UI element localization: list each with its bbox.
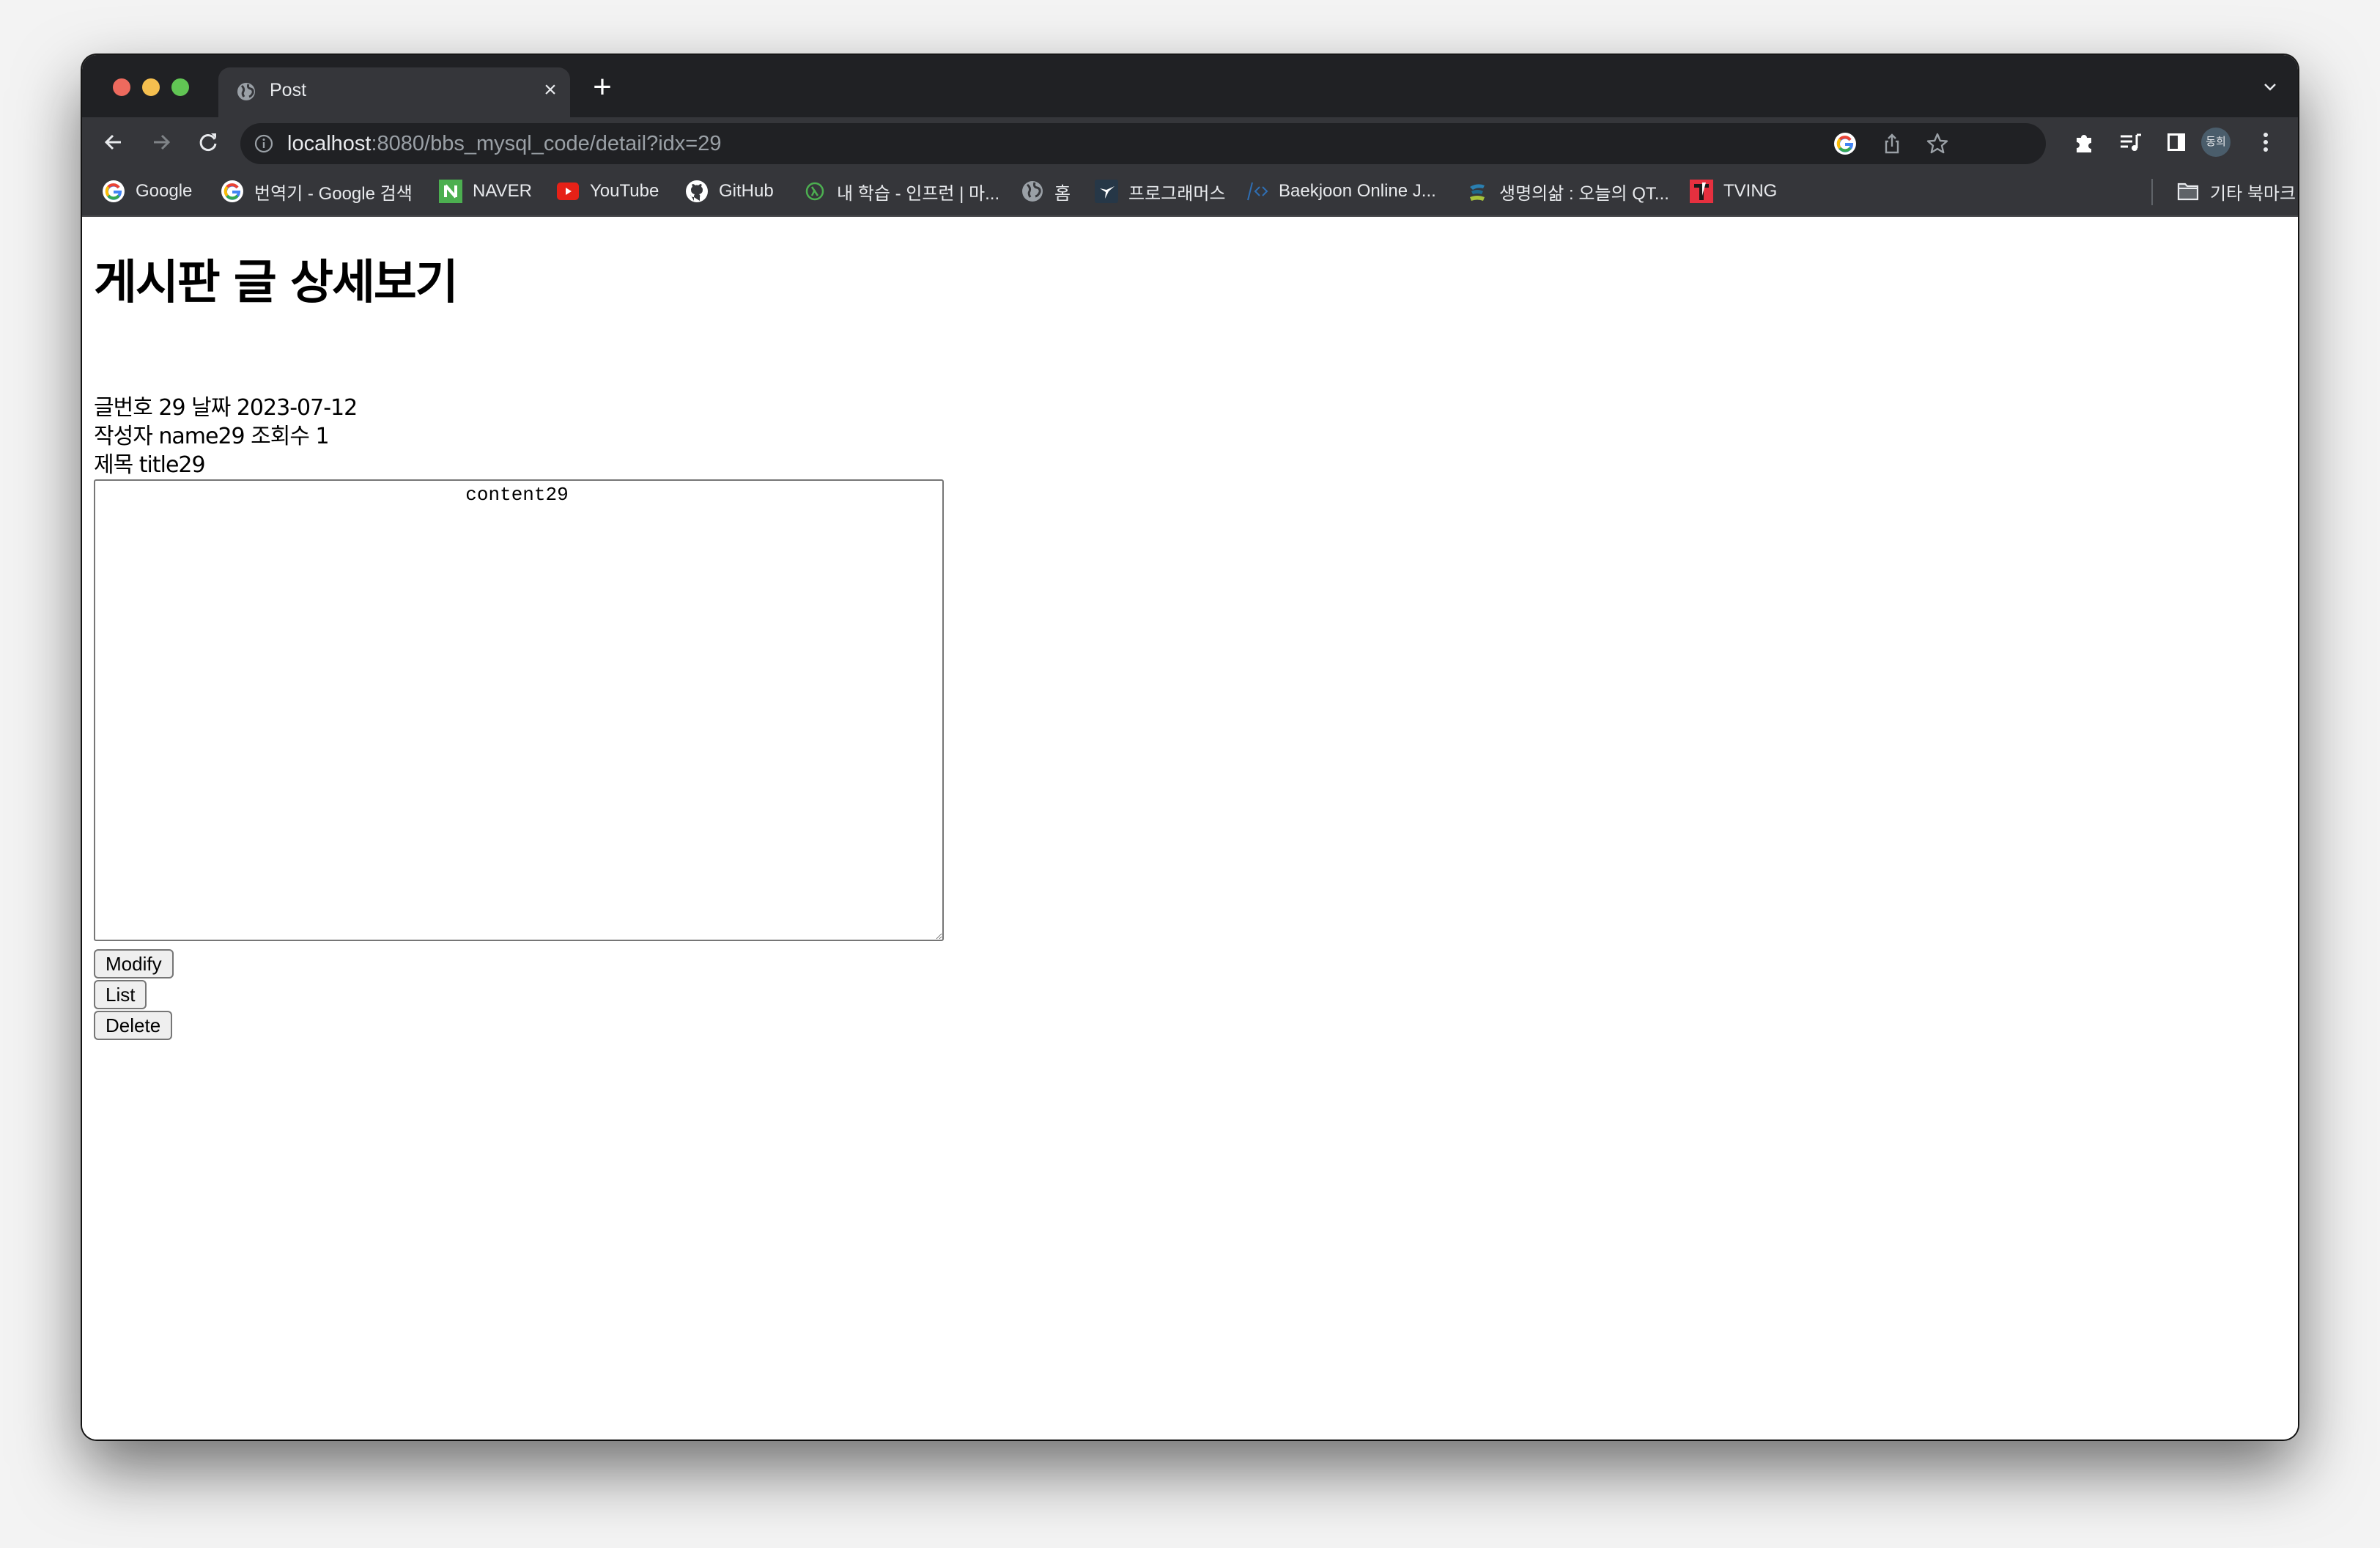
views-label: 조회수	[251, 424, 310, 449]
bookmark-home[interactable]: 홈	[1021, 167, 1071, 215]
bookmark-naver[interactable]: NAVER	[439, 167, 532, 215]
side-panel-icon[interactable]	[2163, 129, 2189, 155]
address-bar[interactable]: localhost:8080/bbs_mysql_code/detail?idx…	[240, 123, 2046, 164]
bookmark-tving[interactable]: TVING	[1690, 167, 1777, 215]
bookmark-star-icon[interactable]	[1926, 132, 1949, 155]
page-title: 게시판 글 상세보기	[94, 256, 459, 310]
media-control-icon[interactable]	[2118, 129, 2144, 155]
tab-post[interactable]: Post ×	[218, 67, 570, 119]
url-text[interactable]: localhost:8080/bbs_mysql_code/detail?idx…	[287, 132, 722, 156]
bookmark-github[interactable]: GitHub	[685, 167, 774, 215]
reload-icon[interactable]	[195, 129, 221, 155]
naver-icon	[439, 180, 462, 203]
close-window-button[interactable]	[113, 78, 130, 96]
content-textarea[interactable]	[94, 479, 944, 941]
github-icon	[686, 180, 708, 202]
writer-value: name29	[158, 424, 245, 449]
tving-icon	[1690, 180, 1713, 203]
bookmarks-bar: Google 번역기 - Google 검색 NAVER YouTube Git…	[82, 167, 2298, 217]
bookmarks-separator	[2151, 179, 2153, 205]
qt-icon	[1470, 184, 1485, 201]
post-meta-line-3: 제목 title29	[94, 452, 206, 479]
modify-button[interactable]: Modify	[94, 949, 174, 978]
post-meta-line-1: 글번호 29 날짜 2023-07-12	[94, 394, 358, 422]
idx-value: 29	[158, 395, 185, 421]
folder-icon	[2177, 183, 2199, 201]
browser-window: Post × + localhost:8080/bbs_mysql_code/d…	[82, 55, 2298, 1440]
globe-icon	[237, 83, 255, 100]
date-label: 날짜	[191, 395, 231, 421]
new-tab-button[interactable]: +	[588, 71, 617, 103]
tab-title: Post	[270, 80, 307, 100]
bookmark-programmers[interactable]: 프로그래머스	[1095, 167, 1225, 215]
forward-icon[interactable]	[148, 129, 174, 155]
page-content: 게시판 글 상세보기 글번호 29 날짜 2023-07-12 작성자 name…	[82, 217, 2298, 1440]
youtube-icon	[557, 183, 579, 200]
list-button[interactable]: List	[94, 980, 147, 1009]
google-icon	[221, 180, 243, 202]
profile-avatar[interactable]: 동희	[2201, 128, 2231, 157]
tab-strip: Post × +	[82, 55, 2298, 119]
title-value: title29	[138, 452, 206, 478]
bookmark-qt[interactable]: 생명의삶 : 오늘의 QT...	[1466, 167, 1669, 215]
inflearn-icon	[805, 182, 824, 201]
extensions-icon[interactable]	[2071, 129, 2097, 155]
other-bookmarks-folder[interactable]: 기타 북마크	[2176, 167, 2296, 215]
bookmark-google[interactable]: Google	[102, 167, 192, 215]
bookmark-baekjoon[interactable]: Baekjoon Online J...	[1245, 167, 1436, 215]
bookmark-youtube[interactable]: YouTube	[556, 167, 659, 215]
bookmark-inflearn[interactable]: 내 학습 - 인프런 | 마...	[803, 167, 999, 215]
programmers-icon	[1095, 180, 1118, 203]
baekjoon-icon	[1247, 182, 1268, 201]
views-value: 1	[315, 424, 330, 449]
share-icon[interactable]	[1880, 132, 1904, 155]
globe-icon	[1022, 181, 1043, 202]
minimize-window-button[interactable]	[142, 78, 160, 96]
toolbar: localhost:8080/bbs_mysql_code/detail?idx…	[82, 117, 2298, 167]
delete-button[interactable]: Delete	[94, 1011, 173, 1040]
back-icon[interactable]	[100, 129, 127, 155]
tab-search-chevron-icon[interactable]	[2261, 78, 2279, 96]
menu-icon[interactable]	[2252, 129, 2279, 155]
site-info-icon[interactable]	[254, 133, 274, 154]
tab-close-icon[interactable]: ×	[539, 79, 561, 101]
date-value: 2023-07-12	[236, 395, 358, 421]
post-meta-line-2: 작성자 name29 조회수 1	[94, 423, 330, 451]
maximize-window-button[interactable]	[171, 78, 189, 96]
writer-label: 작성자	[94, 424, 153, 449]
google-icon	[103, 180, 125, 202]
idx-label: 글번호	[94, 395, 153, 421]
google-lens-icon[interactable]	[1833, 132, 1857, 155]
bookmark-translate[interactable]: 번역기 - Google 검색	[221, 167, 413, 215]
title-label: 제목	[94, 452, 133, 478]
